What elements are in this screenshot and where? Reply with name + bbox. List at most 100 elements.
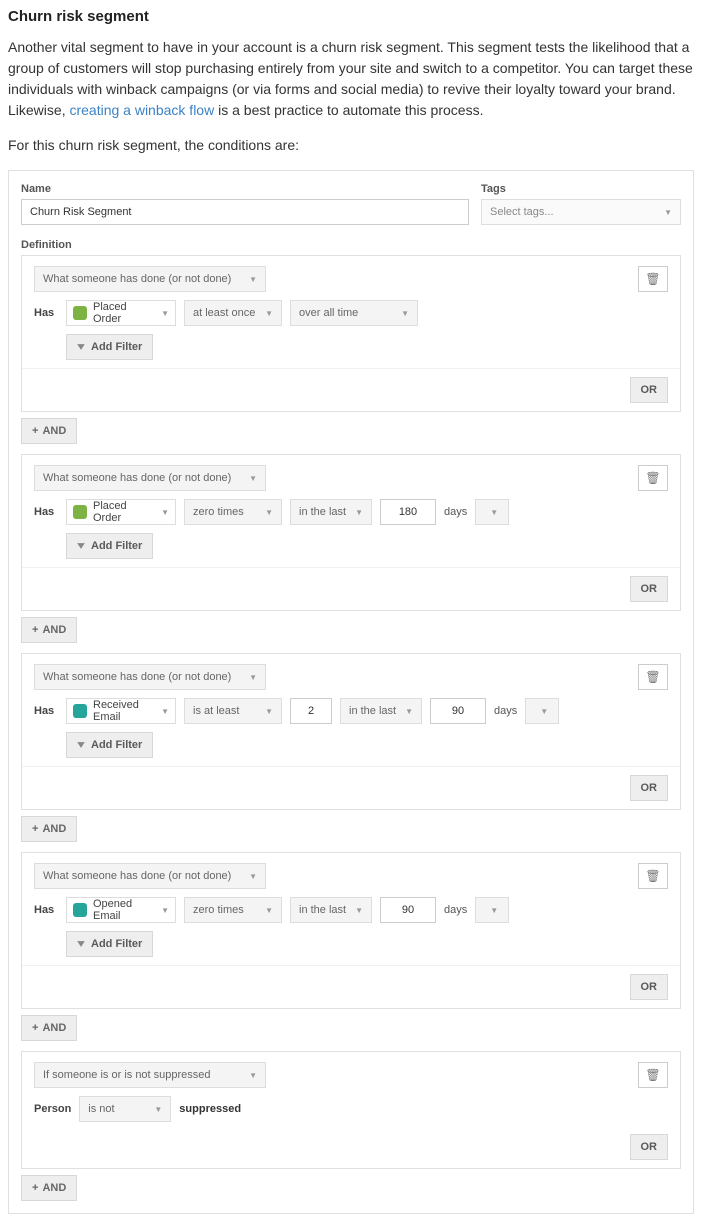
event-text: Opened Email (93, 898, 155, 922)
chevron-down-icon: ▼ (664, 208, 672, 217)
condition-type-text: What someone has done (or not done) (43, 870, 231, 882)
delete-button[interactable]: 🗑 (638, 863, 668, 889)
and-button[interactable]: + AND (21, 1175, 77, 1201)
has-label: Has (34, 506, 58, 518)
event-select[interactable]: Received Email▼ (66, 698, 176, 724)
add-filter-button[interactable]: Add Filter (66, 732, 153, 758)
event-text: Placed Order (93, 301, 155, 325)
operator-select[interactable]: at least once ▼ (184, 300, 282, 326)
event-text: Placed Order (93, 500, 155, 524)
condition-type-select[interactable]: What someone has done (or not done)▼ (34, 664, 266, 690)
chevron-down-icon: ▼ (265, 707, 273, 716)
chevron-down-icon: ▼ (265, 309, 273, 318)
timerange-text: in the last (299, 506, 346, 518)
chevron-down-icon: ▼ (161, 309, 169, 318)
event-select[interactable]: Placed Order ▼ (66, 499, 176, 525)
condition-type-text: If someone is or is not suppressed (43, 1069, 211, 1081)
condition-type-select[interactable]: What someone has done (or not done)▼ (34, 863, 266, 889)
and-text: AND (42, 425, 66, 437)
unit-select[interactable]: ▼ (475, 499, 509, 525)
delete-button[interactable]: 🗑 (638, 1062, 668, 1088)
definition-label: Definition (21, 239, 681, 251)
condition-type-text: What someone has done (or not done) (43, 472, 231, 484)
conditions-intro: For this churn risk segment, the conditi… (8, 135, 694, 156)
trash-icon: 🗑 (645, 471, 660, 485)
unit-label: days (444, 506, 467, 518)
add-filter-button[interactable]: Add Filter (66, 533, 153, 559)
delete-button[interactable]: 🗑 (638, 266, 668, 292)
and-text: AND (42, 1022, 66, 1034)
name-label: Name (21, 183, 469, 195)
chevron-down-icon: ▼ (540, 707, 548, 716)
or-button[interactable]: OR (630, 1134, 669, 1160)
timerange-value-input[interactable] (430, 698, 486, 724)
operator-text: at least once (193, 307, 255, 319)
chevron-down-icon: ▼ (401, 309, 409, 318)
chevron-down-icon: ▼ (355, 906, 363, 915)
delete-button[interactable]: 🗑 (638, 465, 668, 491)
timerange-text: in the last (299, 904, 346, 916)
delete-button[interactable]: 🗑 (638, 664, 668, 690)
or-button[interactable]: OR (630, 576, 669, 602)
segment-name-input[interactable] (21, 199, 469, 225)
timerange-value-input[interactable] (380, 897, 436, 923)
operator-select[interactable]: is at least▼ (184, 698, 282, 724)
trash-icon: 🗑 (645, 1068, 660, 1082)
condition-group: 🗑 What someone has done (or not done)▼ H… (21, 454, 681, 611)
tags-select[interactable]: Select tags...▼ (481, 199, 681, 225)
timerange-value-input[interactable] (380, 499, 436, 525)
shopify-icon (73, 306, 87, 320)
chevron-down-icon: ▼ (249, 1071, 257, 1080)
has-label: Has (34, 307, 58, 319)
and-button[interactable]: + AND (21, 1015, 77, 1041)
timerange-text: in the last (349, 705, 396, 717)
and-button[interactable]: + AND (21, 617, 77, 643)
and-button[interactable]: + AND (21, 816, 77, 842)
condition-type-select[interactable]: What someone has done (or not done)▼ (34, 465, 266, 491)
add-filter-button[interactable]: Add Filter (66, 931, 153, 957)
unit-select[interactable]: ▼ (525, 698, 559, 724)
or-button[interactable]: OR (630, 377, 669, 403)
event-select[interactable]: Opened Email▼ (66, 897, 176, 923)
winback-flow-link[interactable]: creating a winback flow (69, 102, 214, 118)
operator-select[interactable]: zero times▼ (184, 499, 282, 525)
trash-icon: 🗑 (645, 272, 660, 286)
or-button[interactable]: OR (630, 974, 669, 1000)
event-text: Received Email (93, 699, 155, 723)
count-input[interactable] (290, 698, 332, 724)
klaviyo-icon (73, 704, 87, 718)
section-title: Churn risk segment (8, 8, 694, 25)
chevron-down-icon: ▼ (161, 508, 169, 517)
shopify-icon (73, 505, 87, 519)
timerange-select[interactable]: in the last ▼ (290, 897, 372, 923)
segment-builder-panel: Name Tags Select tags...▼ Definition 🗑 W… (8, 170, 694, 1214)
suppression-operator-select[interactable]: is not▼ (79, 1096, 171, 1122)
chevron-down-icon: ▼ (490, 906, 498, 915)
or-button[interactable]: OR (630, 775, 669, 801)
operator-select[interactable]: zero times▼ (184, 897, 282, 923)
chevron-down-icon: ▼ (490, 508, 498, 517)
unit-select[interactable]: ▼ (475, 897, 509, 923)
and-text: AND (42, 1182, 66, 1194)
add-filter-button[interactable]: Add Filter (66, 334, 153, 360)
condition-group: 🗑 If someone is or is not suppressed▼ Pe… (21, 1051, 681, 1169)
timerange-select[interactable]: in the last▼ (290, 499, 372, 525)
trash-icon: 🗑 (645, 670, 660, 684)
has-label: Has (34, 904, 58, 916)
condition-type-text: What someone has done (or not done) (43, 273, 231, 285)
and-text: AND (42, 823, 66, 835)
timerange-select[interactable]: in the last ▼ (340, 698, 422, 724)
unit-label: days (444, 904, 467, 916)
timerange-select[interactable]: over all time ▼ (290, 300, 418, 326)
operator-text: zero times (193, 506, 244, 518)
timerange-text: over all time (299, 307, 358, 319)
chevron-down-icon: ▼ (405, 707, 413, 716)
intro-text-2: is a best practice to automate this proc… (214, 102, 483, 118)
condition-type-select[interactable]: If someone is or is not suppressed ▼ (34, 1062, 266, 1088)
trash-icon: 🗑 (645, 869, 660, 883)
condition-type-select[interactable]: What someone has done (or not done) ▼ (34, 266, 266, 292)
chevron-down-icon: ▼ (249, 275, 257, 284)
and-button[interactable]: + AND (21, 418, 77, 444)
chevron-down-icon: ▼ (154, 1105, 162, 1114)
event-select[interactable]: Placed Order ▼ (66, 300, 176, 326)
